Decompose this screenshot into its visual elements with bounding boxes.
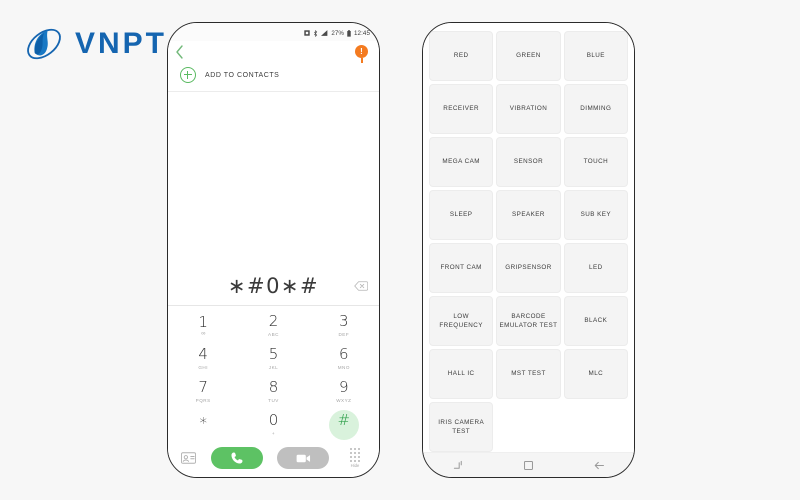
hide-keypad-label: Hide bbox=[350, 462, 360, 468]
keypad-key-9[interactable]: 9 WXYZ bbox=[309, 375, 379, 408]
home-square-icon[interactable] bbox=[523, 460, 534, 471]
keypad-digit: 1 bbox=[198, 313, 208, 332]
keypad-digit: 0 bbox=[268, 411, 279, 430]
test-menu-cell[interactable]: BLACK bbox=[563, 296, 628, 346]
battery-icon bbox=[347, 29, 351, 37]
keypad-digit: 5 bbox=[268, 345, 279, 364]
test-menu-cell[interactable]: RECEIVER bbox=[429, 84, 494, 134]
dialer-call-bar: Hide bbox=[168, 443, 379, 477]
test-menu-cell[interactable]: GRIPSENSOR bbox=[496, 243, 561, 293]
keypad-sublabel: MNO bbox=[337, 364, 350, 370]
test-menu-cell[interactable]: RED bbox=[429, 31, 494, 81]
test-menu-cell-empty bbox=[564, 402, 628, 452]
dialer-keypad[interactable]: 1 ∞ 2 ABC 3 DEF 4 GHI 5 JKL 6 MNO 7 PQRS 8 TUV 9 WXYZ ∗ 0 + # bbox=[168, 306, 379, 443]
test-menu-cell[interactable]: FRONT CAM bbox=[429, 243, 494, 293]
keypad-dots-icon bbox=[350, 448, 360, 462]
test-menu-cell[interactable]: LED bbox=[563, 243, 628, 293]
keypad-digit: # bbox=[337, 411, 351, 430]
call-button[interactable] bbox=[210, 447, 263, 469]
test-menu-cell[interactable]: DIMMING bbox=[563, 84, 628, 134]
video-call-button[interactable] bbox=[277, 447, 330, 469]
keypad-sublabel: GHI bbox=[198, 364, 208, 370]
test-menu-cell[interactable]: TOUCH bbox=[563, 137, 628, 187]
back-arrow-icon[interactable] bbox=[593, 460, 605, 471]
test-menu-cell[interactable]: MST TEST bbox=[496, 349, 561, 399]
vnpt-logo: VNPT bbox=[22, 22, 167, 66]
backspace-icon[interactable] bbox=[354, 281, 368, 291]
add-to-contacts-button[interactable]: ADD TO CONTACTS bbox=[168, 63, 379, 92]
keypad-key-5[interactable]: 5 JKL bbox=[238, 342, 308, 375]
status-clock: 12:45 bbox=[354, 29, 370, 37]
keypad-sublabel: TUV bbox=[268, 397, 279, 403]
test-menu-cell[interactable]: BARCODE EMULATOR TEST bbox=[496, 296, 561, 346]
dialer-top-bar: ! bbox=[168, 41, 379, 63]
keypad-key-3[interactable]: 3 DEF bbox=[309, 309, 379, 342]
test-menu-cell[interactable]: SENSOR bbox=[496, 137, 561, 187]
test-menu-cell[interactable]: SPEAKER bbox=[496, 190, 561, 240]
test-menu-cell[interactable]: SLEEP bbox=[429, 190, 494, 240]
keypad-key-7[interactable]: 7 PQRS bbox=[168, 375, 238, 408]
keypad-key-star[interactable]: ∗ bbox=[168, 408, 238, 441]
orange-notification-badge-icon[interactable]: ! bbox=[355, 45, 368, 58]
test-menu-cell[interactable]: VIBRATION bbox=[496, 84, 561, 134]
signal-bars-icon bbox=[321, 30, 328, 36]
test-menu-grid[interactable]: RED GREEN BLUE RECEIVER VIBRATION DIMMING MEGA… bbox=[423, 23, 634, 452]
plus-circle-icon bbox=[180, 67, 196, 83]
keypad-key-6[interactable]: 6 MNO bbox=[309, 342, 379, 375]
add-to-contacts-label: ADD TO CONTACTS bbox=[205, 71, 280, 79]
keypad-sublabel: PQRS bbox=[195, 397, 211, 403]
keypad-sublabel: ABC bbox=[268, 331, 279, 337]
phone-handset-icon bbox=[231, 452, 243, 464]
keypad-sublabel: JKL bbox=[268, 364, 279, 370]
status-bar: 27% 12:45 bbox=[168, 23, 379, 41]
recents-icon[interactable] bbox=[453, 460, 464, 471]
android-nav-bar bbox=[423, 452, 634, 477]
keypad-sublabel: WXYZ bbox=[336, 397, 352, 403]
test-menu-cell[interactable]: IRIS CAMERA TEST bbox=[429, 402, 494, 452]
badge-stem bbox=[360, 58, 363, 63]
dial-number-display[interactable]: ∗#0∗# bbox=[168, 267, 379, 306]
test-menu-cell[interactable]: BLUE bbox=[563, 31, 628, 81]
bluetooth-icon bbox=[314, 29, 318, 37]
phone-testmenu-screen: RED GREEN BLUE RECEIVER VIBRATION DIMMING MEGA… bbox=[422, 22, 635, 478]
keypad-digit: 7 bbox=[198, 378, 208, 397]
test-menu-cell[interactable]: HALL IC bbox=[429, 349, 494, 399]
dialer-empty-area bbox=[168, 92, 379, 267]
keypad-key-8[interactable]: 8 TUV bbox=[238, 375, 308, 408]
test-menu-cell[interactable]: LOW FREQUENCY bbox=[429, 296, 494, 346]
keypad-digit: 8 bbox=[268, 378, 279, 397]
keypad-sublabel: ∞ bbox=[201, 330, 206, 337]
hide-keypad-button[interactable]: Hide bbox=[344, 448, 366, 468]
test-menu-cell[interactable]: MEGA CAM bbox=[429, 137, 494, 187]
test-menu-cell-empty bbox=[496, 402, 560, 452]
add-contact-card-icon[interactable] bbox=[181, 451, 196, 465]
keypad-sublabel: DEF bbox=[338, 331, 350, 337]
keypad-digit: ∗ bbox=[198, 411, 208, 430]
phone-dialer-screen: 27% 12:45 ! ADD TO CONTACTS ∗#0∗# 1 ∞ 2 … bbox=[167, 22, 380, 478]
vnpt-wordmark: VNPT bbox=[75, 27, 168, 60]
vnpt-globe-icon bbox=[27, 28, 61, 60]
battery-percent: 27% bbox=[331, 29, 345, 37]
keypad-digit: 4 bbox=[198, 345, 208, 364]
keypad-digit: 6 bbox=[339, 345, 349, 364]
test-menu-cell[interactable]: MLC bbox=[563, 349, 628, 399]
keypad-digit: 3 bbox=[339, 312, 349, 331]
back-chevron-icon[interactable] bbox=[175, 45, 184, 59]
keypad-key-0[interactable]: 0 + bbox=[238, 408, 308, 441]
sim-card-icon bbox=[304, 30, 311, 36]
keypad-digit: 9 bbox=[339, 378, 349, 397]
keypad-sublabel: + bbox=[271, 430, 276, 436]
keypad-key-2[interactable]: 2 ABC bbox=[238, 309, 308, 342]
video-camera-icon bbox=[296, 454, 310, 462]
keypad-key-4[interactable]: 4 GHI bbox=[168, 342, 238, 375]
test-menu-cell[interactable]: GREEN bbox=[496, 31, 561, 81]
test-menu-cell[interactable]: SUB KEY bbox=[563, 190, 628, 240]
keypad-key-hash[interactable]: # bbox=[309, 408, 379, 441]
keypad-digit: 2 bbox=[268, 312, 279, 331]
keypad-key-1[interactable]: 1 ∞ bbox=[168, 309, 238, 342]
dialed-number: ∗#0∗# bbox=[227, 274, 320, 298]
